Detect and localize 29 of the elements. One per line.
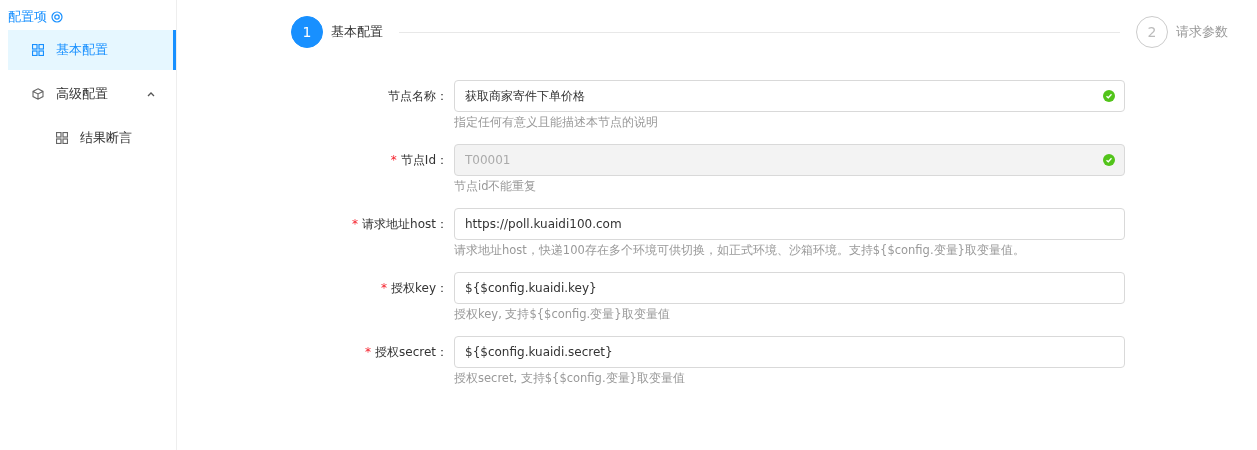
input-field[interactable]: ${$config.kuaidi.key} xyxy=(454,272,1125,304)
menu-item[interactable]: 高级配置 xyxy=(8,74,176,114)
input-field[interactable]: ${$config.kuaidi.secret} xyxy=(454,336,1125,368)
step-number: 2 xyxy=(1136,16,1168,48)
step-label: 基本配置 xyxy=(331,23,383,41)
cube-icon xyxy=(32,88,44,100)
input-field[interactable]: https://poll.kuaidi100.com xyxy=(454,208,1125,240)
field-label: 授权secret： xyxy=(375,343,448,361)
required-mark: * xyxy=(352,217,359,231)
step-number: 1 xyxy=(291,16,323,48)
sidebar-title: 配置项 xyxy=(8,8,47,26)
field-hint: 指定任何有意义且能描述本节点的说明 xyxy=(454,114,659,131)
grid-icon xyxy=(32,44,44,56)
step-label: 请求参数 xyxy=(1176,23,1228,41)
menu-item[interactable]: 结果断言 xyxy=(8,118,176,158)
input-field[interactable]: 获取商家寄件下单价格 xyxy=(454,80,1125,112)
field-label: 节点名称： xyxy=(388,87,448,105)
field-label: 节点Id： xyxy=(400,151,448,169)
target-icon xyxy=(51,11,63,23)
field-hint: 授权secret, 支持${$config.变量}取变量值 xyxy=(454,370,686,387)
field-hint: 节点id不能重复 xyxy=(454,178,538,195)
required-mark: * xyxy=(381,281,387,295)
field-hint: 请求地址host，快递100存在多个环境可供切换，如正式环境、沙箱环境。支持${$config.变量}取变量值。 xyxy=(454,242,1026,259)
grid-icon xyxy=(56,132,68,144)
required-mark: * xyxy=(365,345,371,359)
field-label: 请求地址host： xyxy=(362,215,448,233)
field-hint: 授权key, 支持${$config.变量}取变量值 xyxy=(454,306,671,323)
field-label: 授权key： xyxy=(391,279,448,297)
required-mark: * xyxy=(390,153,397,167)
